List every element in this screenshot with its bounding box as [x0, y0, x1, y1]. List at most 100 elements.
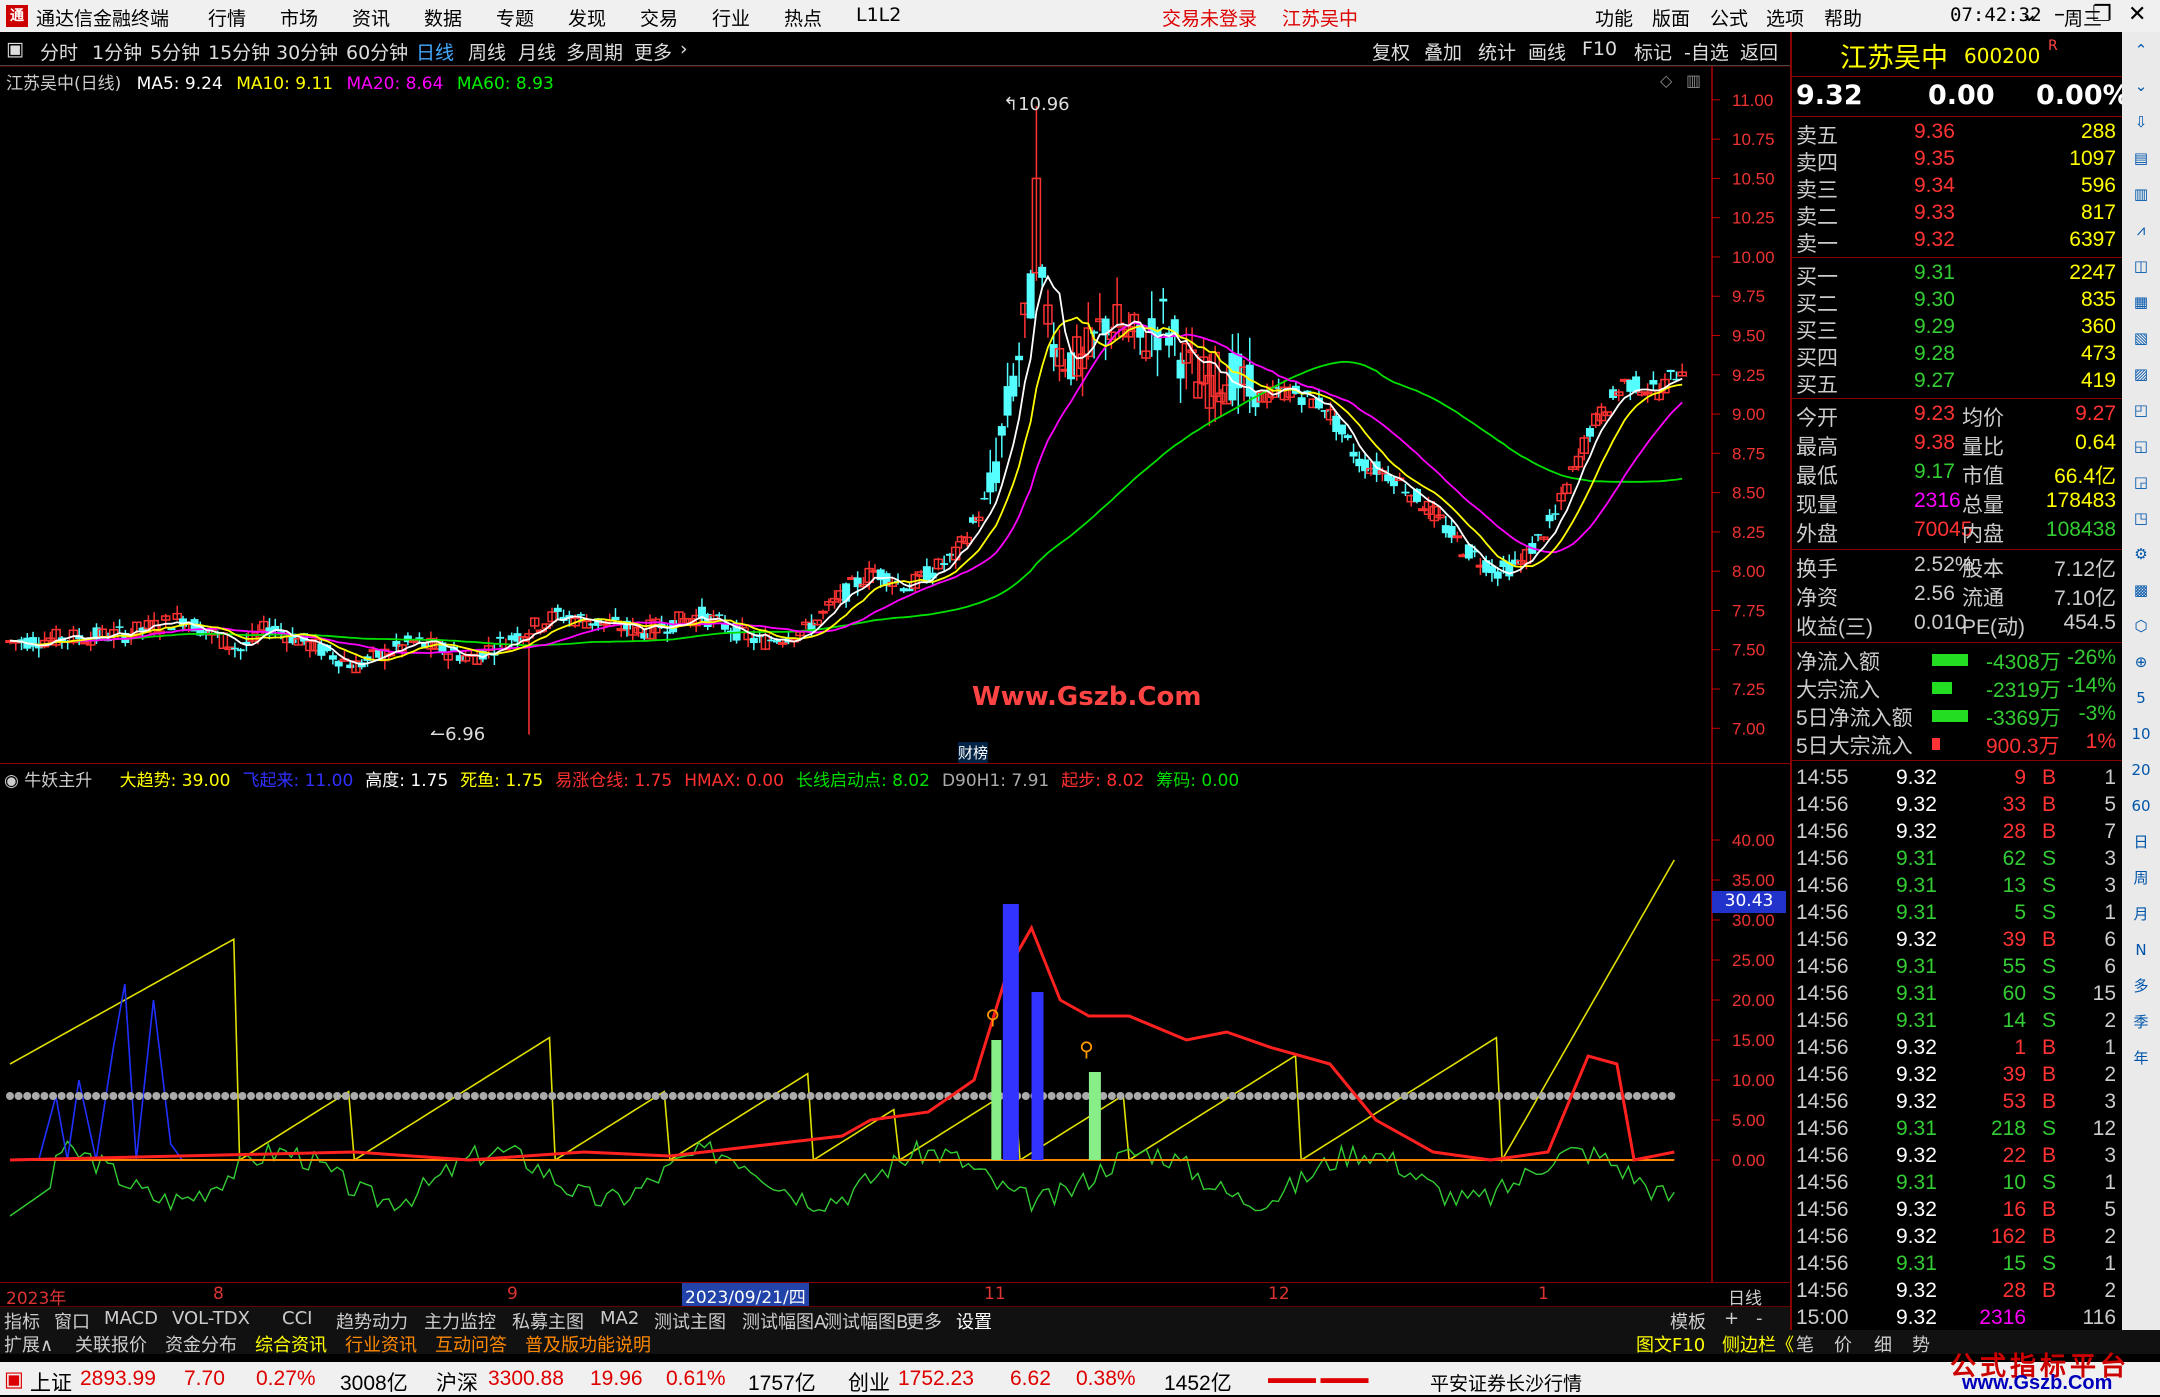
action-stats[interactable]: 统计 [1478, 38, 1516, 65]
side-tool-icon[interactable]: ⚙ [2124, 538, 2158, 572]
info-tab[interactable]: 综合资讯 [255, 1331, 327, 1357]
tick-row[interactable]: 14:56 9.32 39 B 6 [1796, 928, 2122, 955]
side-tool-icon[interactable]: ⬡ [2124, 610, 2158, 644]
indicator-tab[interactable]: MACD [104, 1308, 158, 1329]
panel-toggle-icon[interactable]: ▣ [6, 38, 24, 60]
tab-control[interactable]: - [1756, 1308, 1763, 1329]
action-adjust[interactable]: 复权 [1372, 38, 1410, 65]
close-icon[interactable]: ✕ [2128, 2, 2146, 27]
bid-row[interactable]: 买五 9.27 419 [1796, 369, 2122, 397]
tick-row[interactable]: 14:56 9.31 10 S 1 [1796, 1171, 2122, 1198]
tick-row[interactable]: 14:55 9.32 9 B 1 [1796, 766, 2122, 793]
chevron-right-icon[interactable]: › [680, 38, 688, 60]
tick-row[interactable]: 14:56 9.31 13 S 3 [1796, 874, 2122, 901]
tick-row[interactable]: 14:56 9.31 60 S 15 [1796, 982, 2122, 1009]
side-tab[interactable]: 笔 [1796, 1331, 1814, 1357]
side-period-button[interactable]: 5 [2124, 682, 2158, 716]
side-tool-icon[interactable]: ⩘ [2124, 214, 2158, 248]
action-overlay[interactable]: 叠加 [1424, 38, 1462, 65]
ask-row[interactable]: 卖一 9.32 6397 [1796, 228, 2122, 256]
info-tab[interactable]: 普及版功能说明 [525, 1331, 651, 1357]
indicator-chart[interactable]: 40.00 35.00 30.00 25.00 20.00 15.00 10.00 5.00 0… [0, 764, 1790, 1309]
menu-topics[interactable]: 专题 [496, 4, 534, 31]
menu-data[interactable]: 数据 [424, 4, 462, 31]
tick-row[interactable]: 14:56 9.32 28 B 2 [1796, 1279, 2122, 1306]
side-tool-icon[interactable]: ▩ [2124, 574, 2158, 608]
side-tab[interactable]: 价 [1834, 1331, 1852, 1357]
tab-control[interactable]: + [1724, 1308, 1739, 1329]
menu-quotes[interactable]: 行情 [208, 4, 246, 31]
login-warning[interactable]: 交易未登录 [1162, 4, 1257, 31]
menu-industry[interactable]: 行业 [712, 4, 750, 31]
period-multi[interactable]: 多周期 [566, 38, 623, 65]
side-period-button[interactable]: 年 [2124, 1042, 2158, 1076]
menu-function[interactable]: 功能 [1595, 4, 1633, 31]
tick-row[interactable]: 14:56 9.31 14 S 2 [1796, 1009, 2122, 1036]
info-tab[interactable]: 关联报价 [75, 1331, 147, 1357]
side-tool-icon[interactable]: ▧ [2124, 322, 2158, 356]
menu-layout[interactable]: 版面 [1652, 4, 1690, 31]
restore-icon[interactable]: ❐ [2092, 2, 2112, 27]
menu-formula[interactable]: 公式 [1710, 4, 1748, 31]
info-tab[interactable]: 扩展∧ [4, 1331, 53, 1357]
bid-row[interactable]: 买一 9.31 2247 [1796, 261, 2122, 289]
ask-row[interactable]: 卖二 9.33 817 [1796, 201, 2122, 229]
menu-discover[interactable]: 发现 [568, 4, 606, 31]
indicator-icon[interactable]: ◉ [4, 771, 19, 791]
index-name[interactable]: 上证 [30, 1367, 72, 1397]
action-f10[interactable]: F10 [1582, 38, 1617, 60]
minimize-icon[interactable]: – [2054, 2, 2065, 27]
indicator-svg[interactable]: 40.00 35.00 30.00 25.00 20.00 15.00 10.00 5.00 0… [0, 764, 1790, 1282]
side-period-button[interactable]: 60 [2124, 790, 2158, 824]
side-tab[interactable]: 势 [1912, 1331, 1930, 1357]
side-tab[interactable]: 侧边栏《 [1722, 1331, 1794, 1357]
tick-row[interactable]: 14:56 9.32 16 B 5 [1796, 1198, 2122, 1225]
period-more[interactable]: 更多 [634, 38, 672, 65]
side-tool-icon[interactable]: ⊕ [2124, 646, 2158, 680]
menu-hot[interactable]: 热点 [784, 4, 822, 31]
ask-row[interactable]: 卖五 9.36 288 [1796, 120, 2122, 148]
menu-icon[interactable]: ⌄ [2020, 2, 2038, 27]
tick-row[interactable]: 14:56 9.32 28 B 7 [1796, 820, 2122, 847]
side-tab[interactable]: 图文F10 [1636, 1331, 1705, 1357]
period-30min[interactable]: 30分钟 [276, 38, 338, 65]
bid-row[interactable]: 买三 9.29 360 [1796, 315, 2122, 343]
tick-row[interactable]: 15:00 9.32 2316 116 [1796, 1306, 2122, 1333]
ask-row[interactable]: 卖四 9.35 1097 [1796, 147, 2122, 175]
side-tool-icon[interactable]: ▥ [2124, 178, 2158, 212]
side-tab[interactable]: 细 [1874, 1331, 1892, 1357]
side-tool-icon[interactable]: ◱ [2124, 430, 2158, 464]
period-weekly[interactable]: 周线 [468, 38, 506, 65]
side-period-button[interactable]: 日 [2124, 826, 2158, 860]
side-tool-icon[interactable]: ⇩ [2124, 106, 2158, 140]
menu-options[interactable]: 选项 [1766, 4, 1804, 31]
side-tool-icon[interactable]: ▤ [2124, 142, 2158, 176]
bid-row[interactable]: 买二 9.30 835 [1796, 288, 2122, 316]
side-tool-icon[interactable]: ⌄ [2124, 70, 2158, 104]
side-period-button[interactable]: 月 [2124, 898, 2158, 932]
menu-trade[interactable]: 交易 [640, 4, 678, 31]
kline-chart[interactable]: 11.00 10.75 10.50 10.25 10.00 9.75 9.50 9.25 9.0… [0, 65, 1790, 764]
kline-svg[interactable]: 11.00 10.75 10.50 10.25 10.00 9.75 9.50 9.25 9.0… [0, 65, 1790, 764]
ask-row[interactable]: 卖三 9.34 596 [1796, 174, 2122, 202]
indicator-tab[interactable]: CCI [282, 1308, 312, 1329]
side-period-button[interactable]: 10 [2124, 718, 2158, 752]
period-daily[interactable]: 日线 [416, 38, 454, 65]
side-period-button[interactable]: 20 [2124, 754, 2158, 788]
menu-help[interactable]: 帮助 [1824, 4, 1862, 31]
side-period-button[interactable]: 多 [2124, 970, 2158, 1004]
action-back[interactable]: 返回 [1740, 38, 1778, 65]
period-intraday[interactable]: 分时 [40, 38, 78, 65]
tick-row[interactable]: 14:56 9.31 218 S 12 [1796, 1117, 2122, 1144]
period-monthly[interactable]: 月线 [518, 38, 556, 65]
tick-row[interactable]: 14:56 9.31 15 S 1 [1796, 1252, 2122, 1279]
tick-row[interactable]: 14:56 9.32 162 B 2 [1796, 1225, 2122, 1252]
side-period-button[interactable]: N [2124, 934, 2158, 968]
action-draw[interactable]: 画线 [1528, 38, 1566, 65]
tick-row[interactable]: 14:56 9.32 1 B 1 [1796, 1036, 2122, 1063]
tick-row[interactable]: 14:56 9.32 22 B 3 [1796, 1144, 2122, 1171]
menu-market[interactable]: 市场 [280, 4, 318, 31]
tick-row[interactable]: 14:56 9.32 53 B 3 [1796, 1090, 2122, 1117]
period-5min[interactable]: 5分钟 [150, 38, 200, 65]
indicator-tab[interactable]: VOL-TDX [172, 1308, 250, 1329]
